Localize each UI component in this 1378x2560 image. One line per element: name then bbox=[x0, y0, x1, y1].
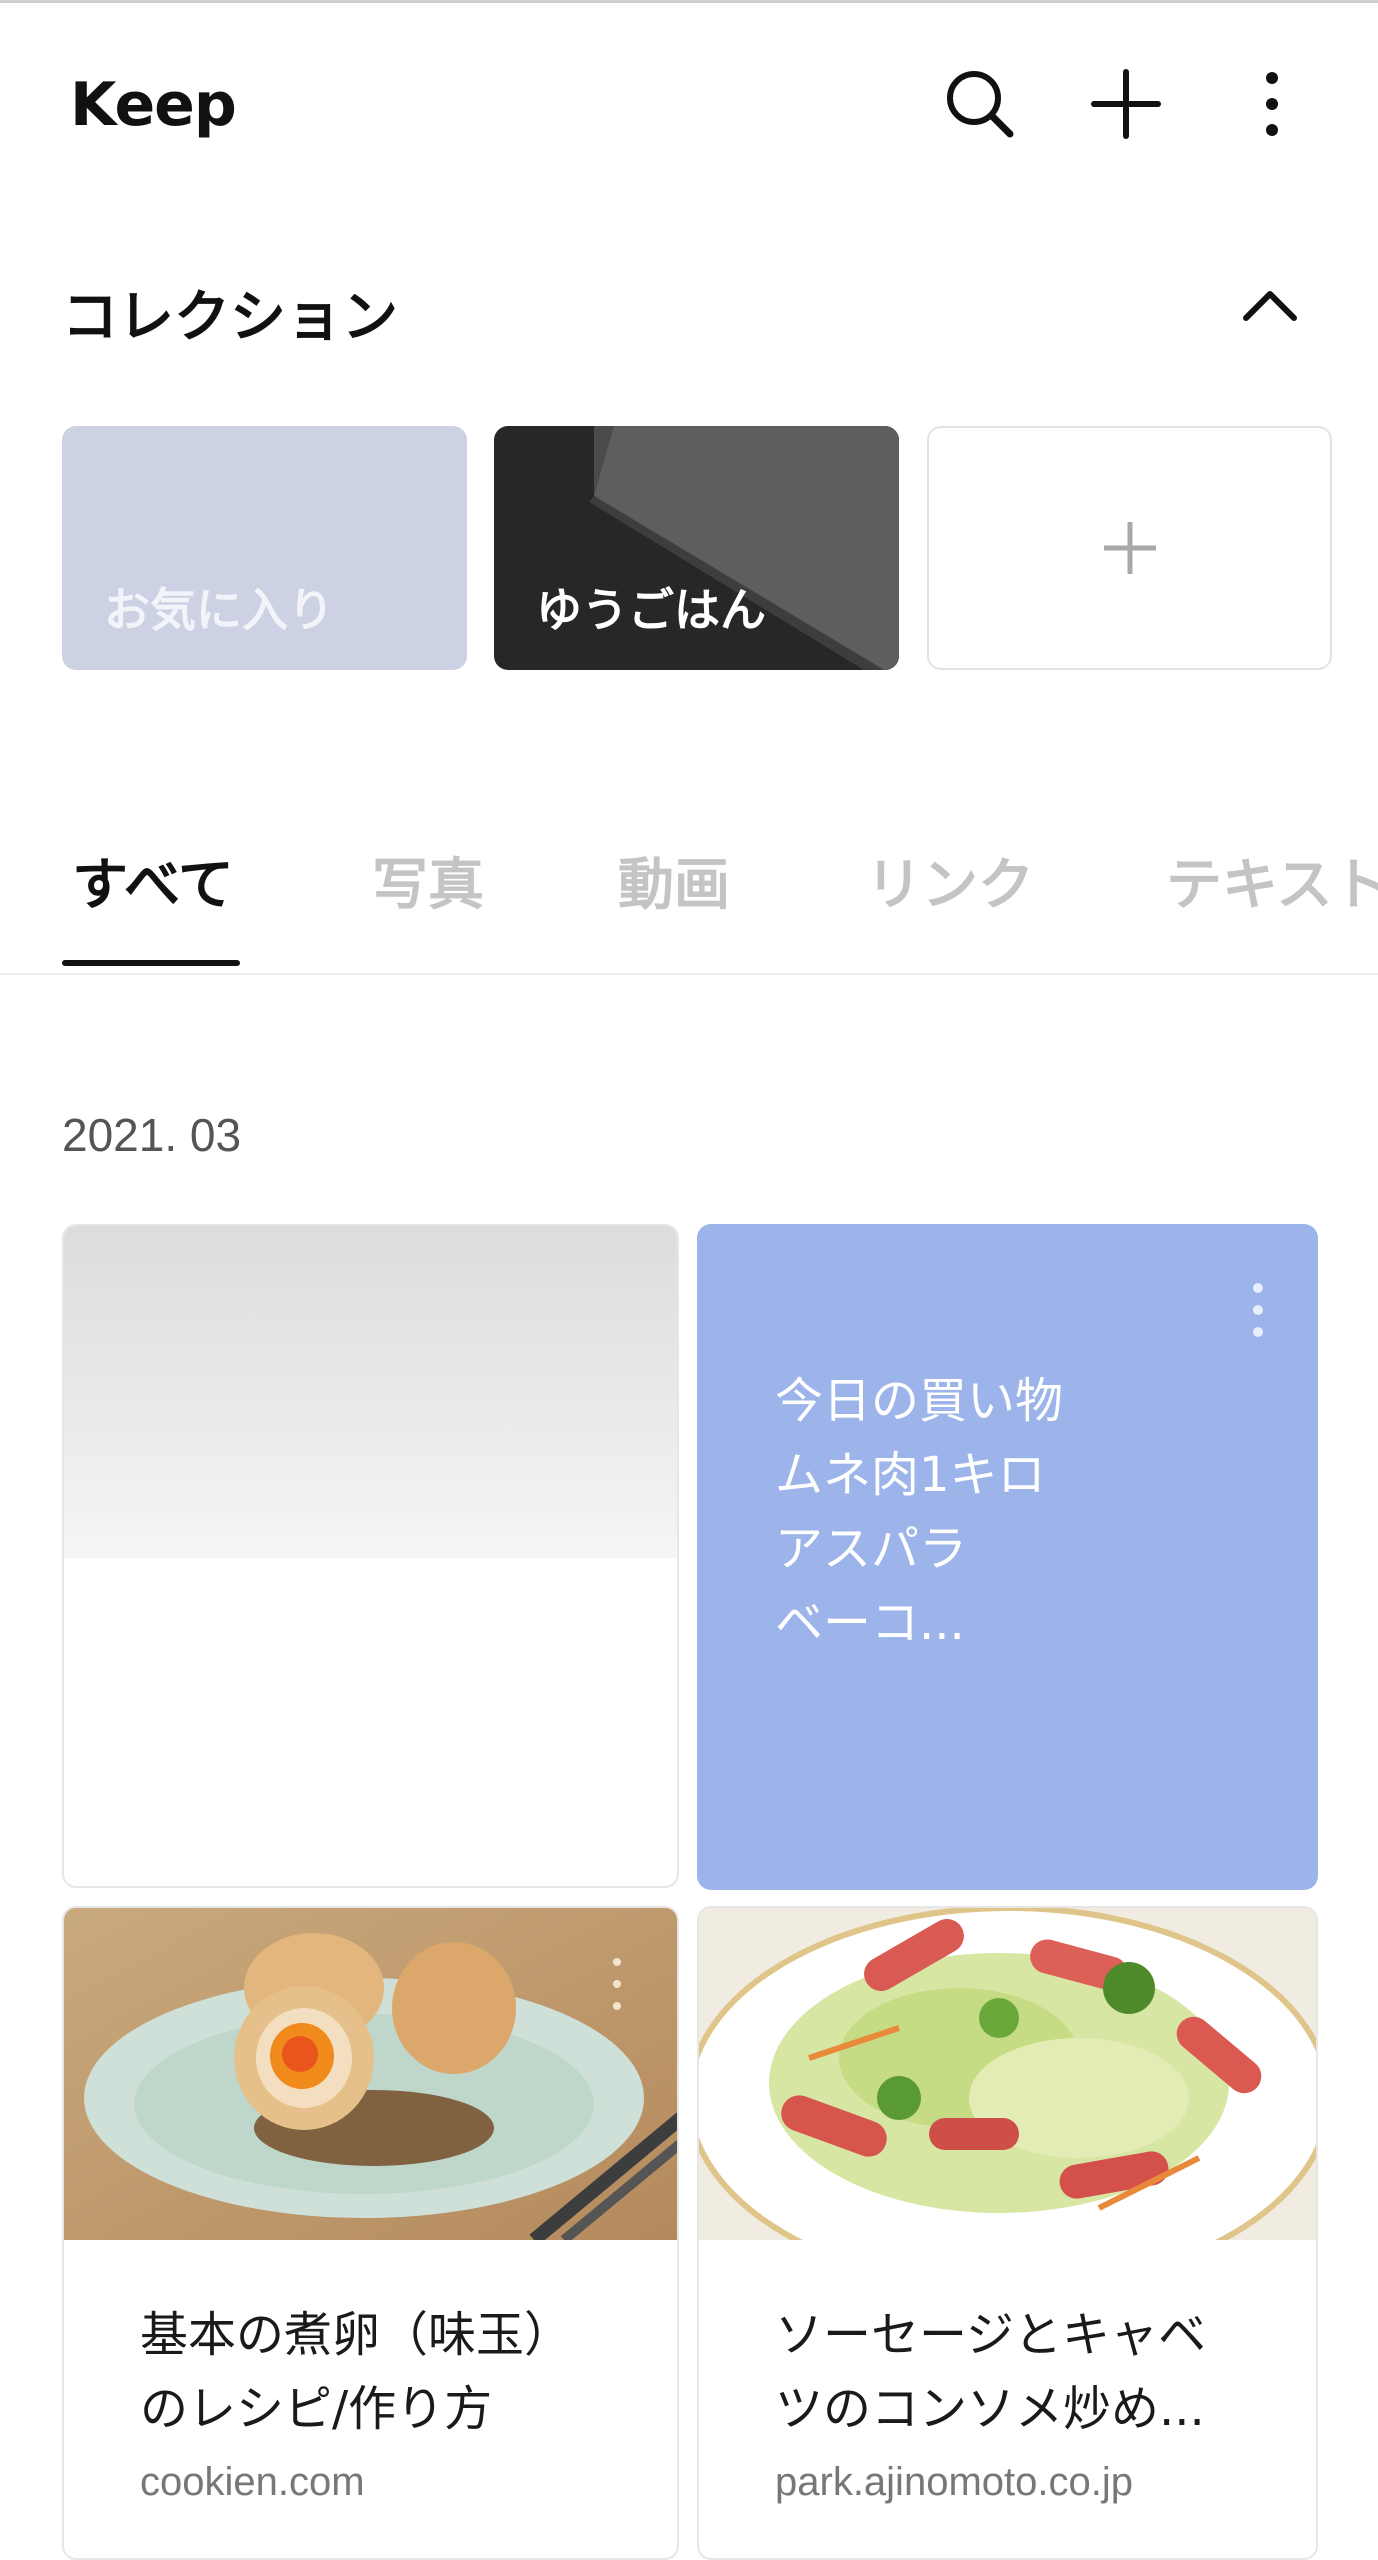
tab-all[interactable]: すべて bbox=[72, 840, 234, 921]
link-title-line: 基本の煮卵（味玉） bbox=[140, 2307, 573, 2363]
page-title: Keep bbox=[70, 70, 237, 140]
collection-title: コレクション bbox=[62, 285, 398, 350]
link-title-line: ツのコンソメ炒め... bbox=[775, 2381, 1205, 2437]
status-divider bbox=[0, 0, 1378, 3]
add-icon[interactable] bbox=[1084, 62, 1168, 146]
tab-text[interactable]: テキスト bbox=[1166, 840, 1378, 921]
link-domain: cookien.com bbox=[140, 2460, 365, 2504]
link-domain: park.ajinomoto.co.jp bbox=[775, 2460, 1133, 2504]
keep-item-link[interactable]: 基本の煮卵（味玉） のレシピ/作り方 cookien.com bbox=[62, 1906, 679, 2560]
keep-item-link[interactable]: ソーセージとキャベ ツのコンソメ炒め... park.ajinomoto.co.… bbox=[697, 1906, 1318, 2560]
tab-links[interactable]: リンク bbox=[866, 840, 1034, 921]
link-title-line: ソーセージとキャベ bbox=[775, 2307, 1207, 2363]
tab-videos[interactable]: 動画 bbox=[618, 840, 730, 921]
chevron-up-icon[interactable] bbox=[1228, 268, 1312, 340]
add-collection-button[interactable] bbox=[927, 426, 1332, 670]
collection-label: ゆうごはん bbox=[536, 583, 766, 637]
memo-line: アスパラ bbox=[775, 1521, 968, 1577]
collection-dinner[interactable]: ゆうごはん bbox=[494, 426, 899, 670]
keep-item-photo[interactable] bbox=[62, 1224, 679, 1888]
keep-item-memo[interactable]: 今日の買い物 ムネ肉1キロ アスパラ ベーコ... bbox=[697, 1224, 1318, 1890]
more-vert-icon[interactable] bbox=[605, 1948, 629, 2020]
collection-favorites[interactable]: お気に入り bbox=[62, 426, 467, 670]
link-title: ソーセージとキャベ ツのコンソメ炒め... bbox=[775, 2298, 1275, 2446]
date-header: 2021. 03 bbox=[62, 1109, 242, 1161]
more-vert-icon[interactable] bbox=[605, 1276, 629, 1348]
memo-line: ベーコ... bbox=[775, 1595, 965, 1651]
more-vert-icon[interactable] bbox=[1230, 62, 1314, 146]
plus-icon bbox=[1103, 522, 1156, 574]
collection-label: お気に入り bbox=[104, 583, 334, 637]
more-vert-icon[interactable] bbox=[1246, 1274, 1270, 1346]
memo-line: ムネ肉1キロ bbox=[775, 1447, 1046, 1503]
memo-text: 今日の買い物 ムネ肉1キロ アスパラ ベーコ... bbox=[775, 1364, 1255, 1660]
search-icon[interactable] bbox=[938, 62, 1022, 146]
link-title-line: のレシピ/作り方 bbox=[140, 2381, 493, 2437]
memo-line: 今日の買い物 bbox=[775, 1373, 1064, 1429]
image-placeholder bbox=[64, 1226, 677, 1558]
link-title: 基本の煮卵（味玉） のレシピ/作り方 bbox=[140, 2298, 640, 2446]
active-tab-indicator bbox=[62, 960, 240, 966]
tab-photos[interactable]: 写真 bbox=[372, 840, 484, 921]
link-thumbnail bbox=[64, 1908, 677, 2240]
divider bbox=[0, 973, 1378, 975]
link-thumbnail bbox=[699, 1908, 1316, 2240]
